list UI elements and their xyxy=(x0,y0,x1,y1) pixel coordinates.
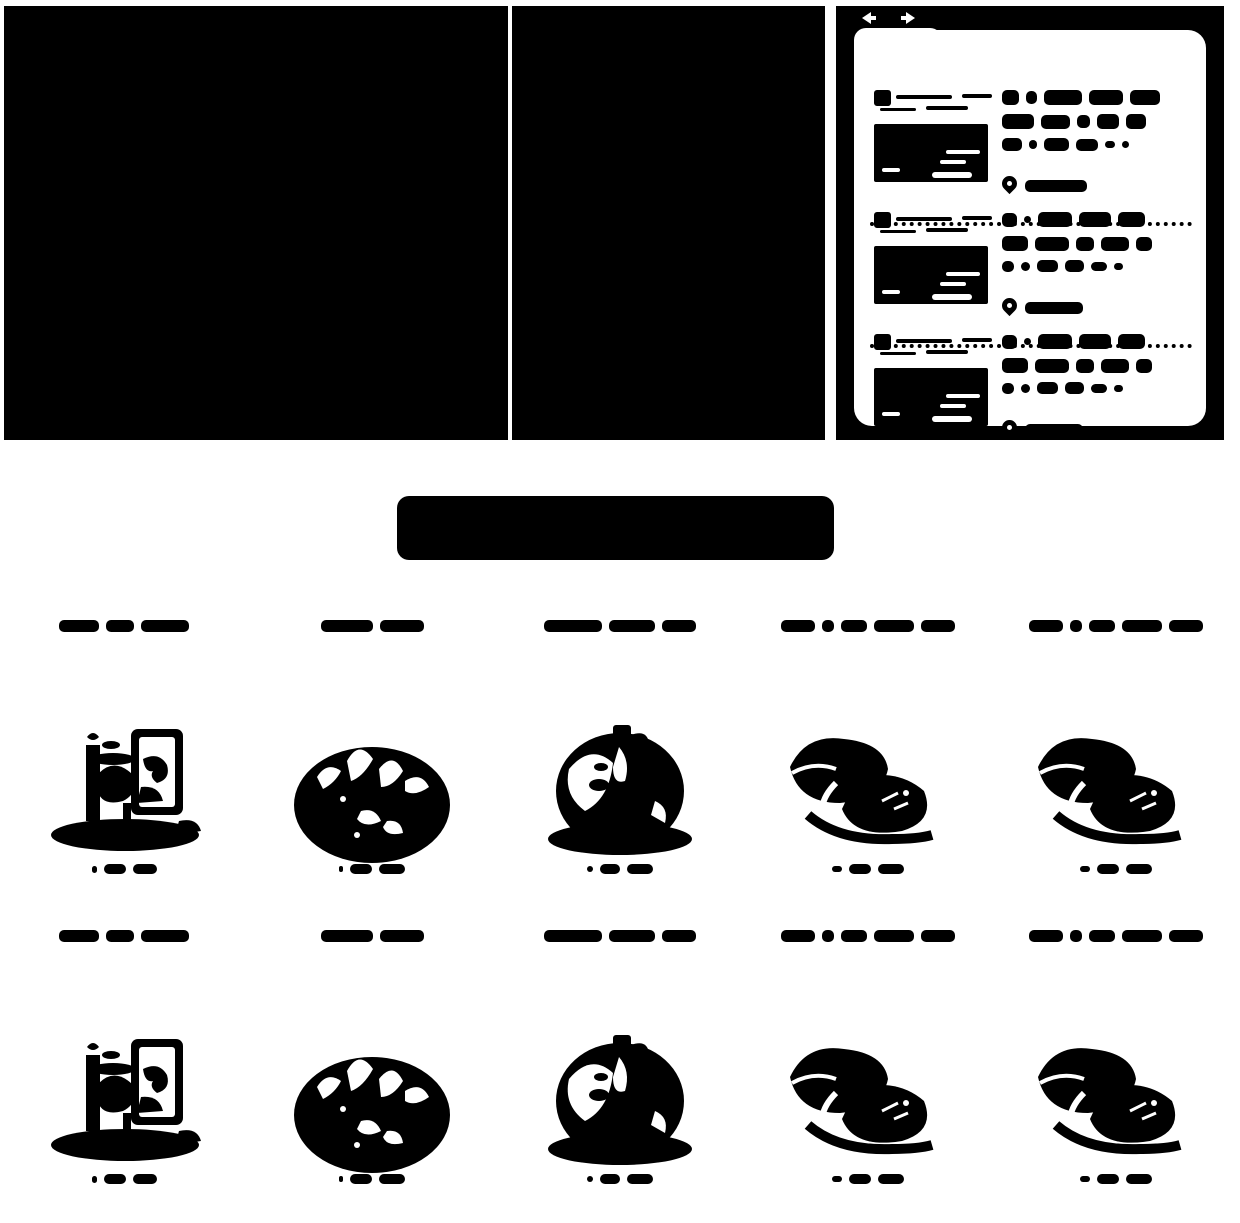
next-arrow-icon[interactable] xyxy=(901,12,915,24)
card-navigation[interactable] xyxy=(862,10,942,26)
thumbnail-caption xyxy=(496,862,744,876)
thumbnail-cell[interactable] xyxy=(744,600,992,910)
thumbnail-cell[interactable] xyxy=(744,910,992,1220)
list-item-location xyxy=(998,294,1083,317)
thumbnail-title xyxy=(0,618,248,634)
list-item-thumbnail[interactable] xyxy=(874,246,988,304)
thumbnail-caption xyxy=(744,1172,992,1186)
list-item-text xyxy=(1002,334,1188,403)
thumbnail-image-hand-bowl[interactable] xyxy=(248,1005,496,1185)
thumbnail-image-hand-bowl[interactable] xyxy=(248,695,496,875)
thumbnail-cell[interactable] xyxy=(992,600,1240,910)
thumbnail-image-bowl-with-topping[interactable] xyxy=(496,695,744,875)
list-item-header xyxy=(874,212,1020,242)
thumbnail-caption xyxy=(0,1172,248,1186)
thumbnail-caption xyxy=(248,862,496,876)
list-item-thumbnail[interactable] xyxy=(874,368,988,426)
thumbnail-image-mirror-selfie[interactable] xyxy=(0,1005,248,1185)
primary-cta-button[interactable] xyxy=(397,496,834,560)
list-item[interactable] xyxy=(874,332,1188,450)
thumbnail-caption xyxy=(496,1172,744,1186)
thumbnail-cell[interactable] xyxy=(0,600,248,910)
thumbnail-caption xyxy=(248,1172,496,1186)
thumbnail-caption xyxy=(992,1172,1240,1186)
thumbnail-image-bowl-with-topping[interactable] xyxy=(496,1005,744,1185)
thumbnail-grid-row xyxy=(0,600,1240,910)
screenshot-canvas xyxy=(0,0,1240,1223)
list-item-header xyxy=(874,90,1020,120)
list-item[interactable] xyxy=(874,210,1188,328)
thumbnail-image-mirror-selfie[interactable] xyxy=(0,695,248,875)
primary-cta-label xyxy=(403,497,828,559)
thumbnail-cell[interactable] xyxy=(248,910,496,1220)
thumbnail-title xyxy=(744,618,992,634)
source-badge-icon xyxy=(874,334,891,350)
thumbnail-title xyxy=(248,928,496,944)
list-item-text xyxy=(1002,212,1188,281)
thumbnail-cell[interactable] xyxy=(248,600,496,910)
thumbnail-image-two-plates[interactable] xyxy=(744,695,992,875)
thumbnail-grid-row xyxy=(0,910,1240,1220)
thumbnail-title xyxy=(744,928,992,944)
source-badge-icon xyxy=(874,90,891,106)
thumbnail-title xyxy=(0,928,248,944)
location-pin-icon xyxy=(998,416,1021,439)
thumbnail-caption xyxy=(0,862,248,876)
list-item-thumbnail[interactable] xyxy=(874,124,988,182)
top-panel-middle[interactable] xyxy=(512,6,825,440)
result-card xyxy=(854,30,1206,439)
location-pin-icon xyxy=(998,294,1021,317)
location-pin-icon xyxy=(998,172,1021,195)
thumbnail-title xyxy=(248,618,496,634)
thumbnail-grid xyxy=(0,600,1240,1220)
top-panel-right[interactable] xyxy=(836,6,1224,440)
thumbnail-image-two-plates[interactable] xyxy=(744,1005,992,1185)
thumbnail-title xyxy=(496,618,744,634)
list-item-location xyxy=(998,172,1087,195)
top-panel-left[interactable] xyxy=(4,6,508,440)
list-item-location xyxy=(998,416,1083,439)
thumbnail-cell[interactable] xyxy=(496,600,744,910)
thumbnail-caption xyxy=(992,862,1240,876)
thumbnail-title xyxy=(992,928,1240,944)
thumbnail-caption xyxy=(744,862,992,876)
thumbnail-title xyxy=(496,928,744,944)
thumbnail-cell[interactable] xyxy=(496,910,744,1220)
thumbnail-title xyxy=(992,618,1240,634)
list-item-text xyxy=(1002,90,1188,160)
thumbnail-image-two-plates[interactable] xyxy=(992,1005,1240,1185)
list-item[interactable] xyxy=(874,88,1188,206)
thumbnail-cell[interactable] xyxy=(0,910,248,1220)
prev-arrow-icon[interactable] xyxy=(862,12,876,24)
thumbnail-cell[interactable] xyxy=(992,910,1240,1220)
source-badge-icon xyxy=(874,212,891,228)
list-item-header xyxy=(874,334,1020,364)
thumbnail-image-two-plates[interactable] xyxy=(992,695,1240,875)
